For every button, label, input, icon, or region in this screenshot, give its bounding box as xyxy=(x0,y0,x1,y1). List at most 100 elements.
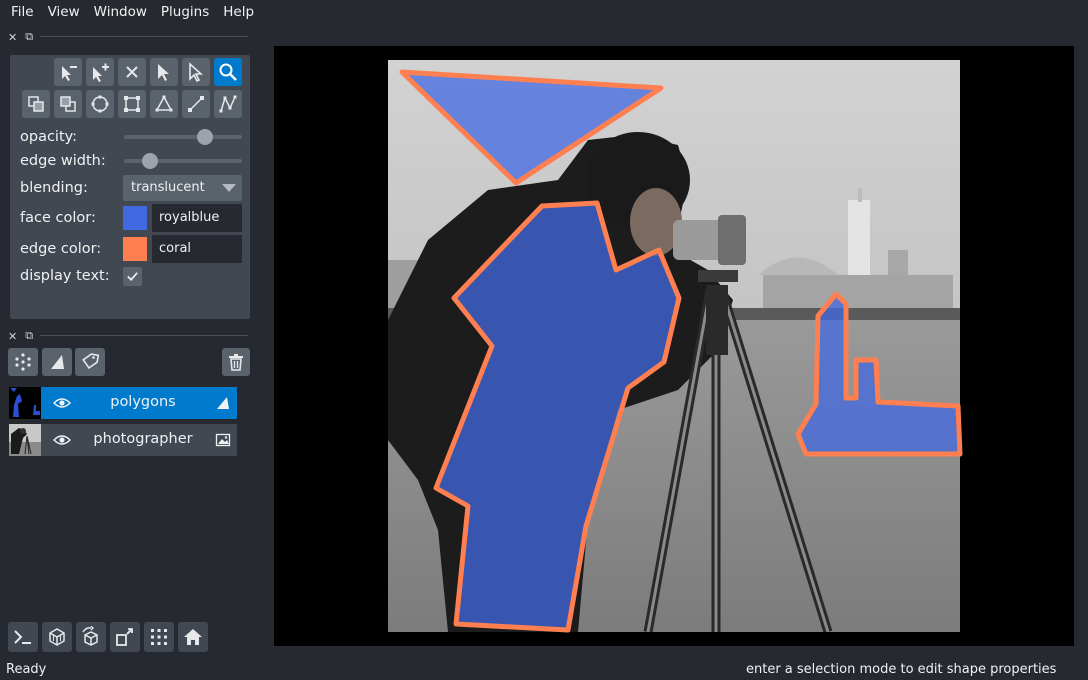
shapes-icon xyxy=(51,355,64,369)
zoom-pan-button[interactable] xyxy=(214,58,242,86)
close-icon[interactable]: ✕ xyxy=(8,330,17,343)
viewer-canvas[interactable] xyxy=(274,46,1074,646)
face-color-field[interactable]: royalblue xyxy=(152,204,242,232)
transpose-dimensions-button[interactable] xyxy=(110,622,140,652)
direct-select-button[interactable] xyxy=(182,58,210,86)
triangle-polygon[interactable] xyxy=(399,69,664,186)
search-icon xyxy=(219,63,237,81)
polygon-icon xyxy=(155,95,173,112)
polygons-layer-thumbnail xyxy=(9,387,41,419)
tag-icon xyxy=(82,353,100,370)
opacity-slider[interactable] xyxy=(124,129,242,145)
status-help-text: enter a selection mode to edit shape pro… xyxy=(746,662,1057,677)
roll-dimensions-button[interactable] xyxy=(76,622,106,652)
chevron-down-icon xyxy=(222,184,236,192)
layer-name-polygons[interactable]: polygons xyxy=(79,394,207,410)
cube-icon xyxy=(49,628,65,646)
edge-width-slider-handle[interactable] xyxy=(142,153,159,169)
display-text-label: display text: xyxy=(20,268,110,284)
edge-color-field[interactable]: coral xyxy=(152,235,242,263)
points-icon xyxy=(15,353,31,371)
home-icon xyxy=(184,629,202,645)
trash-icon xyxy=(229,354,243,371)
float-icon[interactable]: ⧉ xyxy=(25,329,33,343)
status-text: Ready xyxy=(6,662,47,677)
hollow-arrow-icon xyxy=(189,62,204,82)
terminal-icon xyxy=(14,630,31,644)
grid-view-button[interactable] xyxy=(144,622,174,652)
menu-bar: File View Window Plugins Help xyxy=(0,0,1088,24)
tool-row-2 xyxy=(22,90,242,118)
grid-icon xyxy=(151,629,167,645)
move-back-button[interactable] xyxy=(54,90,82,118)
opacity-slider-handle[interactable] xyxy=(197,129,214,145)
console-button[interactable] xyxy=(8,622,38,652)
layer-name-photographer[interactable]: photographer xyxy=(79,431,207,447)
status-bar: Ready enter a selection mode to edit sha… xyxy=(0,660,1088,680)
ndisplay-button[interactable] xyxy=(42,622,72,652)
polygons-overlay[interactable] xyxy=(274,46,1074,646)
delete-shape-button[interactable] xyxy=(118,58,146,86)
arrow-select-icon xyxy=(158,64,169,81)
edge-color-label: edge color: xyxy=(20,241,102,257)
layer-controls-dock-header: ✕ ⧉ xyxy=(8,30,248,44)
eye-icon[interactable] xyxy=(53,433,71,447)
layer-row-photographer[interactable]: photographer xyxy=(9,424,237,456)
menu-plugins[interactable]: Plugins xyxy=(154,4,216,20)
reset-view-button[interactable] xyxy=(178,622,208,652)
image-layer-type-icon xyxy=(215,433,231,447)
edge-width-label: edge width: xyxy=(20,153,106,169)
menu-window[interactable]: Window xyxy=(87,4,154,20)
photographer-layer-thumbnail xyxy=(9,424,41,456)
eye-icon[interactable] xyxy=(53,396,71,410)
line-icon xyxy=(188,96,204,112)
shapes-layer-type-icon xyxy=(217,397,229,409)
add-rectangle-button[interactable] xyxy=(118,90,146,118)
move-front-icon xyxy=(28,96,44,112)
blending-dropdown[interactable]: translucent xyxy=(123,175,242,201)
float-icon[interactable]: ⧉ xyxy=(25,30,33,44)
face-color-swatch[interactable] xyxy=(123,206,147,230)
new-points-layer-button[interactable] xyxy=(8,348,38,376)
add-polygon-button[interactable] xyxy=(150,90,178,118)
layer-list-dock-header: ✕ ⧉ xyxy=(8,329,248,343)
edge-color-value: coral xyxy=(159,241,192,256)
edge-color-swatch[interactable] xyxy=(123,237,147,261)
select-shape-button[interactable] xyxy=(150,58,178,86)
remove-vertex-icon xyxy=(62,66,77,81)
new-labels-layer-button[interactable] xyxy=(75,348,105,376)
display-text-checkbox[interactable] xyxy=(123,267,142,286)
path-icon xyxy=(219,95,237,113)
add-vertex-button[interactable] xyxy=(86,58,114,86)
transpose-icon xyxy=(116,628,133,646)
remove-vertex-button[interactable] xyxy=(54,58,82,86)
edge-width-slider[interactable] xyxy=(124,153,242,169)
delete-layer-button[interactable] xyxy=(222,348,250,376)
photographer-polygon[interactable] xyxy=(433,200,682,633)
add-line-button[interactable] xyxy=(182,90,210,118)
checkmark-icon xyxy=(127,272,138,281)
opacity-label: opacity: xyxy=(20,129,78,145)
add-ellipse-button[interactable] xyxy=(86,90,114,118)
menu-view[interactable]: View xyxy=(41,4,87,20)
menu-help[interactable]: Help xyxy=(216,4,261,20)
layer-row-polygons[interactable]: polygons xyxy=(9,387,237,419)
add-vertex-icon xyxy=(93,63,109,82)
move-back-icon xyxy=(60,96,76,112)
face-color-value: royalblue xyxy=(159,210,220,225)
blending-label: blending: xyxy=(20,180,88,196)
rectangle-icon xyxy=(124,96,140,112)
close-icon xyxy=(126,66,138,78)
blending-value: translucent xyxy=(131,180,205,195)
dock-divider xyxy=(40,36,248,37)
layer-controls-panel: opacity: edge width: blending: transluce… xyxy=(10,55,250,319)
add-path-button[interactable] xyxy=(214,90,242,118)
new-shapes-layer-button[interactable] xyxy=(42,348,72,376)
ellipse-icon xyxy=(91,95,109,113)
move-front-button[interactable] xyxy=(22,90,50,118)
close-icon[interactable]: ✕ xyxy=(8,31,17,44)
roll-icon xyxy=(82,626,98,646)
menu-file[interactable]: File xyxy=(4,4,41,20)
building-polygon[interactable] xyxy=(795,291,963,457)
dock-divider xyxy=(40,335,248,336)
